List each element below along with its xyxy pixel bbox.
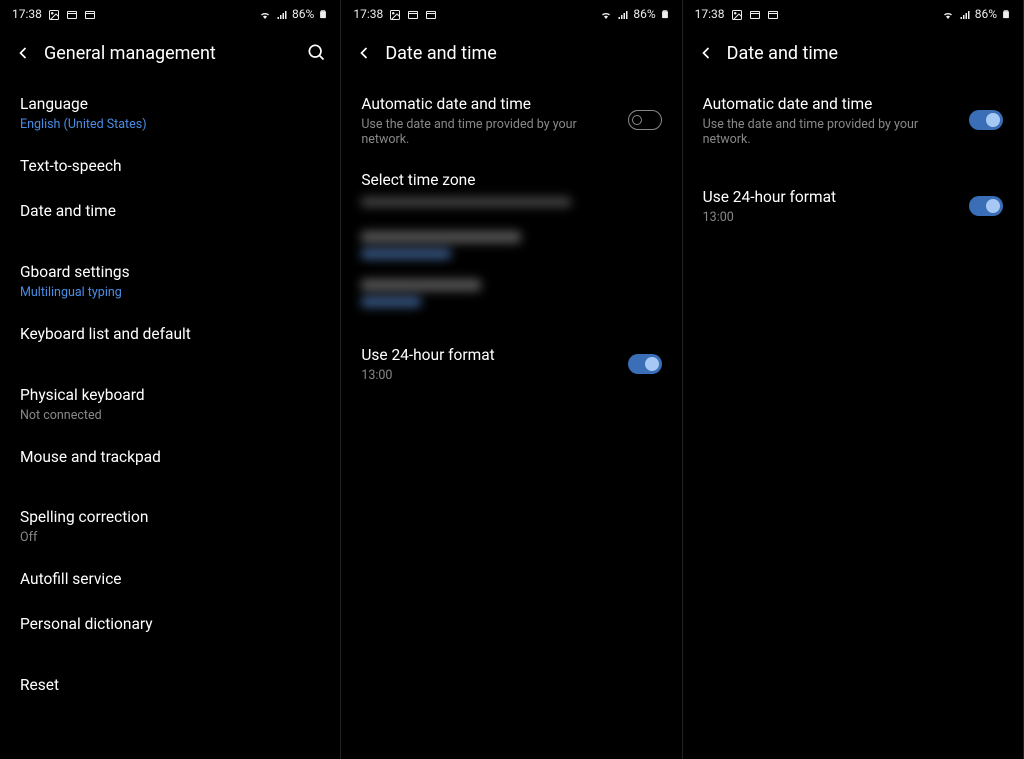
item-title: Text-to-speech: [20, 156, 320, 177]
status-time: 17:38: [695, 7, 725, 21]
item-title: Automatic date and time: [361, 94, 613, 115]
window-icon: [749, 7, 761, 21]
window-icon: [66, 7, 78, 21]
item-subtitle: Off: [20, 530, 320, 545]
section-select-time-zone[interactable]: Select time zone: [341, 159, 681, 193]
item-title: Use 24-hour format: [703, 187, 955, 208]
back-button[interactable]: [12, 42, 34, 64]
wifi-icon: [599, 7, 613, 21]
item-subtitle: Not connected: [20, 408, 320, 423]
item-title: Gboard settings: [20, 262, 320, 283]
window-icon: [84, 7, 96, 21]
page-title: Date and time: [385, 43, 669, 64]
item-title: Personal dictionary: [20, 614, 320, 635]
item-title: Physical keyboard: [20, 385, 320, 406]
setting-autofill[interactable]: Autofill service: [0, 557, 340, 602]
setting-gboard[interactable]: Gboard settings Multilingual typing: [0, 250, 340, 312]
header: Date and time: [341, 28, 681, 78]
signal-icon: [617, 7, 629, 21]
back-button[interactable]: [353, 42, 375, 64]
settings-list: Automatic date and time Use the date and…: [683, 78, 1023, 759]
screen-date-time-auto-on: 17:38 86% Dat: [683, 0, 1024, 759]
wifi-icon: [258, 7, 272, 21]
toggle-switch[interactable]: [628, 354, 662, 374]
wifi-icon: [941, 7, 955, 21]
setting-date-and-time[interactable]: Date and time: [0, 189, 340, 234]
settings-list: Language English (United States) Text-to…: [0, 78, 340, 759]
settings-list: Automatic date and time Use the date and…: [341, 78, 681, 759]
item-title: Spelling correction: [20, 507, 320, 528]
status-bar: 17:38 86%: [341, 0, 681, 28]
redacted-row: [341, 269, 681, 317]
item-subtitle: Multilingual typing: [20, 285, 320, 300]
image-icon: [389, 7, 401, 21]
status-left: 17:38: [353, 7, 437, 21]
toggle-switch[interactable]: [969, 110, 1003, 130]
item-subtitle: English (United States): [20, 117, 320, 132]
setting-physical-keyboard[interactable]: Physical keyboard Not connected: [0, 373, 340, 435]
setting-24-hour-format[interactable]: Use 24-hour format 13:00: [341, 333, 681, 395]
setting-auto-date-time[interactable]: Automatic date and time Use the date and…: [683, 82, 1023, 159]
status-battery-pct: 86%: [975, 7, 997, 21]
setting-language[interactable]: Language English (United States): [0, 82, 340, 144]
status-right: 86%: [599, 7, 669, 22]
page-title: General management: [44, 43, 296, 64]
status-time: 17:38: [12, 7, 42, 21]
item-title: Date and time: [20, 201, 320, 222]
item-subtitle: 13:00: [361, 368, 613, 383]
image-icon: [48, 7, 60, 21]
page-title: Date and time: [727, 43, 1011, 64]
status-right: 86%: [941, 7, 1011, 22]
setting-keyboard-list[interactable]: Keyboard list and default: [0, 312, 340, 357]
item-title: Use 24-hour format: [361, 345, 613, 366]
item-subtitle: Use the date and time provided by your n…: [361, 117, 613, 147]
toggle-switch[interactable]: [628, 110, 662, 130]
status-left: 17:38: [12, 7, 96, 21]
item-title: Automatic date and time: [703, 94, 955, 115]
header: General management: [0, 28, 340, 78]
signal-icon: [276, 7, 288, 21]
redacted-row: [341, 221, 681, 269]
status-battery-pct: 86%: [292, 7, 314, 21]
status-battery-pct: 86%: [633, 7, 655, 21]
setting-reset[interactable]: Reset: [0, 663, 340, 708]
item-title: Keyboard list and default: [20, 324, 320, 345]
window-icon: [767, 7, 779, 21]
item-title: Language: [20, 94, 320, 115]
battery-icon: [660, 7, 670, 22]
status-right: 86%: [258, 7, 328, 22]
item-title: Mouse and trackpad: [20, 447, 320, 468]
redacted-content: [361, 197, 571, 207]
window-icon: [425, 7, 437, 21]
item-title: Reset: [20, 675, 320, 696]
signal-icon: [959, 7, 971, 21]
status-left: 17:38: [695, 7, 779, 21]
item-subtitle: 13:00: [703, 210, 955, 225]
screen-general-management: 17:38 86% Gen: [0, 0, 341, 759]
battery-icon: [318, 7, 328, 22]
image-icon: [731, 7, 743, 21]
setting-auto-date-time[interactable]: Automatic date and time Use the date and…: [341, 82, 681, 159]
setting-personal-dictionary[interactable]: Personal dictionary: [0, 602, 340, 647]
setting-24-hour-format[interactable]: Use 24-hour format 13:00: [683, 175, 1023, 237]
item-title: Autofill service: [20, 569, 320, 590]
window-icon: [407, 7, 419, 21]
setting-spelling-correction[interactable]: Spelling correction Off: [0, 495, 340, 557]
search-button[interactable]: [306, 42, 328, 64]
battery-icon: [1001, 7, 1011, 22]
header: Date and time: [683, 28, 1023, 78]
screen-date-time-auto-off: 17:38 86% Dat: [341, 0, 682, 759]
status-bar: 17:38 86%: [683, 0, 1023, 28]
toggle-switch[interactable]: [969, 196, 1003, 216]
status-time: 17:38: [353, 7, 383, 21]
status-bar: 17:38 86%: [0, 0, 340, 28]
setting-mouse-trackpad[interactable]: Mouse and trackpad: [0, 435, 340, 480]
item-subtitle: Use the date and time provided by your n…: [703, 117, 955, 147]
back-button[interactable]: [695, 42, 717, 64]
setting-text-to-speech[interactable]: Text-to-speech: [0, 144, 340, 189]
